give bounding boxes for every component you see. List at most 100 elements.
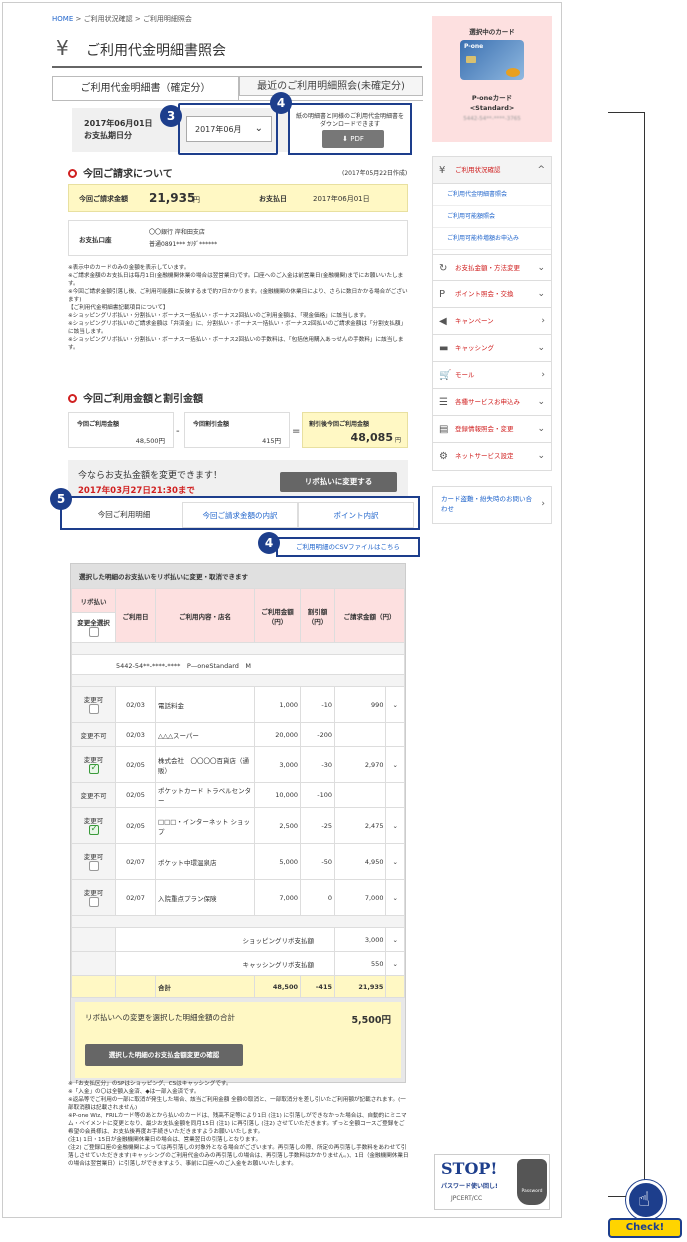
menu-services[interactable]: ☰ 各種サービスお申込み ⌄ xyxy=(433,389,551,416)
breadcrumb-sep: > xyxy=(75,15,82,23)
chevron-down-icon[interactable]: ⌄ xyxy=(385,746,405,783)
select-all-checkbox[interactable] xyxy=(88,626,99,637)
row-date: 02/03 xyxy=(115,686,156,723)
row-checkbox[interactable] xyxy=(88,703,99,714)
hand-icon: Password xyxy=(517,1159,547,1205)
tab-breakdown[interactable]: 今回ご請求金額の内訳 xyxy=(182,502,298,528)
annotation-5: 5 xyxy=(50,488,72,510)
check-button[interactable]: Check! xyxy=(608,1218,682,1238)
yen-unit: 円 xyxy=(394,437,401,444)
detail-tabs: 今回ご利用明細 今回ご請求金額の内訳 ポイント内訳 xyxy=(60,496,420,530)
menu-label: ネットサービス設定 xyxy=(455,452,514,460)
row-checkbox[interactable] xyxy=(88,896,99,907)
menu-usage[interactable]: ¥ ご利用状況確認 ^ xyxy=(433,157,551,184)
breadcrumb-home[interactable]: HOME xyxy=(52,15,73,23)
gear-icon: ⚙ xyxy=(439,451,448,462)
note-line: (注2) ご登録口座の金融機関によっては再引落しの対象外となる場合がございます。… xyxy=(68,1145,409,1167)
row-date: 02/03 xyxy=(115,722,156,747)
password-text: Password xyxy=(521,1189,543,1194)
change-revo-button[interactable]: リボ払いに変更する xyxy=(280,472,397,492)
note-line: ※ショッピングリボ払い・分割払い・ボーナス一括払い・ボーナス2回払いの手数料は、… xyxy=(68,337,404,351)
note-line: ※表示中のカードのみの金額を表示しています。 xyxy=(68,265,190,271)
chevron-down-icon[interactable]: ⌄ xyxy=(385,927,405,952)
chevron-down-icon: ⌄ xyxy=(537,263,545,273)
card-image: P-one xyxy=(460,40,524,80)
megaphone-icon: ◀ xyxy=(439,316,447,327)
chevron-down-icon[interactable]: ⌄ xyxy=(385,807,405,844)
disc-value: 415円 xyxy=(262,437,281,445)
lost-card-link[interactable]: カード盗難・紛失時のお問い合わせ › xyxy=(432,486,552,524)
after-value: 48,085 xyxy=(350,431,393,444)
row-checkbox[interactable] xyxy=(88,763,99,774)
yen-unit: 円 xyxy=(193,196,200,204)
chevron-down-icon[interactable]: ⌄ xyxy=(385,879,405,916)
chevron-down-icon[interactable] xyxy=(385,782,405,808)
pdf-button[interactable]: ⬇ PDF xyxy=(322,130,384,148)
menu-mall[interactable]: 🛒 モール › xyxy=(433,362,551,389)
tab-confirmed[interactable]: ご利用代金明細書（確定分） xyxy=(52,76,239,100)
submenu-statement[interactable]: ご利用代金明細書照会 xyxy=(433,184,551,206)
card-title: 選択中のカード xyxy=(469,28,515,36)
row-disc: -200 xyxy=(300,722,335,747)
header-amount: ご利用金額（円） xyxy=(254,588,301,643)
table-row: 変更可 02/05 □□□・インターネット ショップ 2,500 -25 2,4… xyxy=(71,807,405,844)
note-line: ※P-one Wiz、FRILカード等のあとから払いのカードは、残高不足等により… xyxy=(68,1113,407,1135)
chevron-down-icon[interactable]: ⌄ xyxy=(385,951,405,976)
menu-netservice[interactable]: ⚙ ネットサービス設定 ⌄ xyxy=(433,443,551,470)
tab-points[interactable]: ポイント内訳 xyxy=(298,502,414,528)
chevron-down-icon[interactable]: ⌄ xyxy=(385,686,405,723)
row-disc: -30 xyxy=(300,746,335,783)
yen-icon: ¥ xyxy=(56,36,69,60)
amount-value: 21,935 xyxy=(149,191,196,205)
cash-fee: 550 xyxy=(333,951,387,976)
document-icon: ▤ xyxy=(439,424,449,435)
row-store: 入院重点プラン保険 xyxy=(155,879,255,916)
row-date: 02/05 xyxy=(115,807,156,844)
menu-campaign[interactable]: ◀ キャンペーン › xyxy=(433,308,551,335)
row-store: △△△スーパー xyxy=(155,722,255,747)
row-amount: 7,000 xyxy=(254,879,301,916)
row-bill: 7,000 xyxy=(333,879,387,916)
note-line: (注1) 1日・15日が金融機関休業日の場合は、営業翌日の引落しとなります。 xyxy=(68,1137,262,1143)
menu-points[interactable]: P ポイント照会・交換 ⌄ xyxy=(433,281,551,308)
annotation-4: 4 xyxy=(270,92,292,114)
submenu-available[interactable]: ご利用可能額照会 xyxy=(433,206,551,228)
row-amount: 1,000 xyxy=(254,686,301,723)
row-date: 02/07 xyxy=(115,843,156,880)
menu-payment[interactable]: ↻ お支払金額・方法変更 ⌄ xyxy=(433,254,551,281)
chevron-down-icon[interactable] xyxy=(385,722,405,747)
billing-heading-text: 今回ご請求について xyxy=(83,169,173,180)
promo-deadline: 2017年03月27日21:30まで xyxy=(78,486,195,496)
tab-recent[interactable]: 最近のご利用明細照会(未確定分) xyxy=(239,76,423,96)
row-checkbox[interactable] xyxy=(88,860,99,871)
row-disc: 0 xyxy=(300,879,335,916)
pdf-label: PDF xyxy=(350,135,364,143)
menu-label: 登録情報照会・変更 xyxy=(455,425,514,433)
table-row: 変更可 02/07 入院重点プラン保険 7,000 0 7,000 ⌄ xyxy=(71,879,405,916)
row-bill: 2,970 xyxy=(333,746,387,783)
month-select[interactable]: 2017年06月 ⌄ xyxy=(186,116,272,142)
row-store: ポケットカード トラベルセンター xyxy=(155,782,255,808)
table-row: 変更不可 02/03 △△△スーパー 20,000 -200 xyxy=(71,722,405,747)
side-menu: ¥ ご利用状況確認 ^ ご利用代金明細書照会 ご利用可能額照会 ご利用可能枠増額お申… xyxy=(432,156,552,471)
pdf-icon: ⬇ xyxy=(342,135,351,143)
breadcrumb-item[interactable]: ご利用状況確認 xyxy=(84,15,133,23)
menu-cashing[interactable]: ▬ キャッシング ⌄ xyxy=(433,335,551,362)
divider xyxy=(52,100,423,101)
chevron-down-icon: ⌄ xyxy=(537,289,545,299)
breadcrumb-sep: > xyxy=(134,15,141,23)
chevron-right-icon: › xyxy=(541,316,545,326)
csv-link[interactable]: ご利用明細のCSVファイルはこちら xyxy=(276,537,420,557)
tab-usage[interactable]: 今回ご利用明細 xyxy=(66,502,182,528)
note-line: ※今回ご請求金額引落し後、ご利用可能額に反映するまで約7日かかります。(金融機関… xyxy=(68,289,408,303)
yen-icon: ¥ xyxy=(439,165,446,176)
row-amount: 3,000 xyxy=(254,746,301,783)
stop-banner[interactable]: STOP! パスワード使い回し! JPCERT/CC Password xyxy=(434,1154,550,1210)
submenu-increase[interactable]: ご利用可能枠増額お申込み xyxy=(433,228,551,250)
chevron-down-icon[interactable]: ⌄ xyxy=(385,843,405,880)
refresh-icon: ↻ xyxy=(439,263,448,274)
menu-profile[interactable]: ▤ 登録情報照会・変更 ⌄ xyxy=(433,416,551,443)
row-checkbox[interactable] xyxy=(88,824,99,835)
annotation-line xyxy=(608,112,644,113)
confirm-change-button[interactable]: 選択した明細のお支払金額変更の確認 xyxy=(85,1044,243,1066)
